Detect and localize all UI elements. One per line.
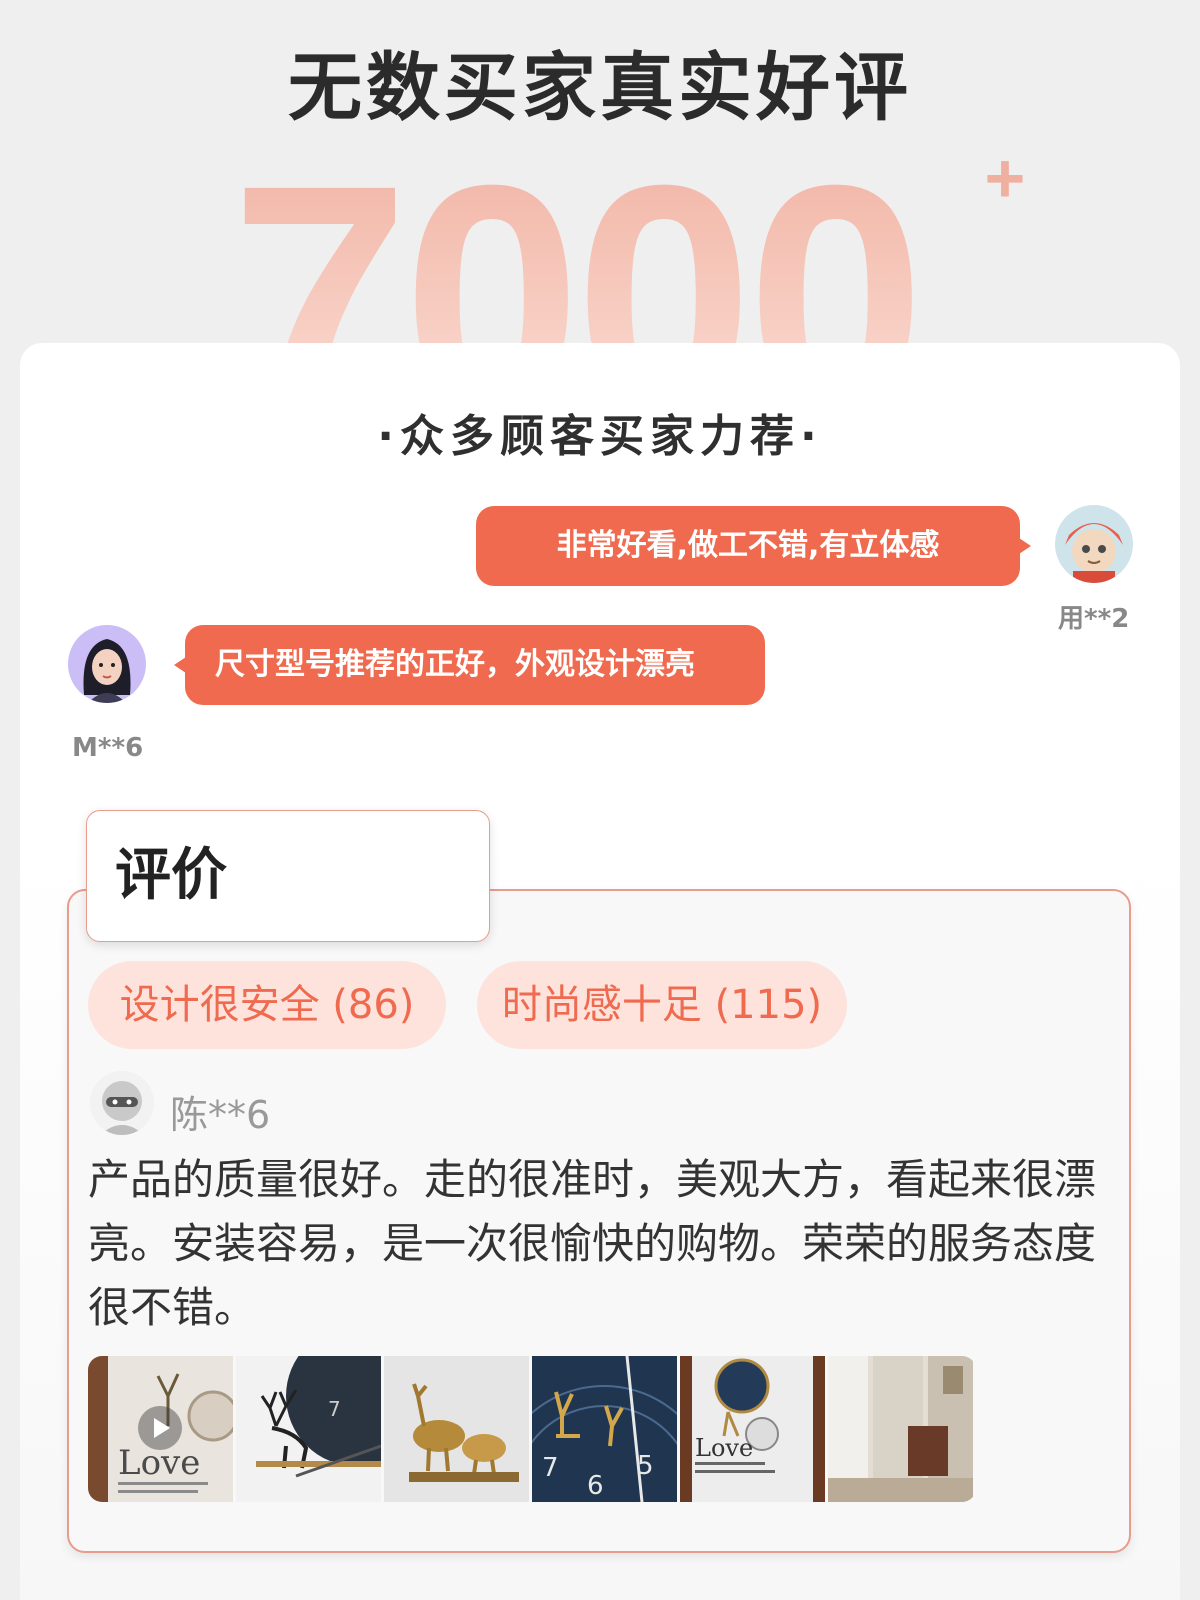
review-tag-design-safe[interactable]: 设计很安全 (86) [88, 961, 446, 1049]
page-title: 无数买家真实好评 [288, 45, 912, 131]
chat-bubble-1: 非常好看,做工不错,有立体感 [476, 506, 1031, 586]
svg-text:Love: Love [118, 1443, 200, 1483]
review-count-plus: + [985, 150, 1026, 217]
review-photo-5[interactable]: Love [680, 1356, 825, 1502]
user-avatar-2 [68, 625, 146, 703]
reviewer-name: 陈**6 [170, 1093, 271, 1137]
review-photo-6[interactable] [828, 1356, 973, 1502]
review-text: 产品的质量很好。走的很准时，美观大方，看起来很漂亮。安装容易，是一次很愉快的购物… [88, 1155, 1097, 1332]
review-photo-2[interactable]: 7 [236, 1356, 381, 1502]
review-count-graphic: 7000 + [0, 150, 1200, 345]
svg-text:Love: Love [695, 1434, 753, 1462]
reviewer-avatar [90, 1071, 154, 1135]
section-title: ·众多顾客买家力荐· [377, 411, 823, 462]
user-avatar-1 [1055, 505, 1133, 583]
review-photo-strip: Love 7 7 6 5 Love [88, 1356, 976, 1502]
review-photo-3[interactable] [384, 1356, 529, 1502]
svg-text:7: 7 [328, 1397, 341, 1421]
chat-bubble-2: 尺寸型号推荐的正好，外观设计漂亮 [174, 625, 765, 705]
username-1: 用**2 [1058, 604, 1130, 634]
review-photo-1[interactable]: Love [88, 1356, 233, 1502]
username-2: M**6 [72, 733, 144, 763]
review-count-number: 7000 [231, 150, 919, 345]
review-photo-4[interactable]: 7 6 5 [532, 1356, 677, 1502]
review-heading[interactable]: 评价 (7000+) [86, 810, 490, 1038]
review-tag-stylish[interactable]: 时尚感十足 (115) [477, 961, 847, 1049]
svg-text:6: 6 [587, 1471, 604, 1501]
svg-text:5: 5 [637, 1451, 654, 1481]
svg-text:7: 7 [542, 1453, 559, 1483]
